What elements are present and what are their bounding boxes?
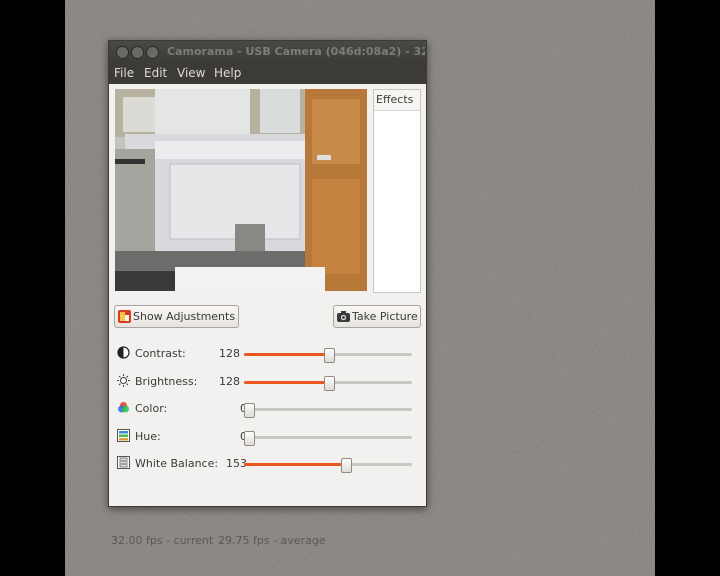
- camera-preview: [115, 89, 367, 291]
- hue-slider-handle[interactable]: [244, 431, 255, 446]
- take-picture-label: Take Picture: [352, 310, 418, 323]
- close-window-button[interactable]: [116, 46, 129, 59]
- contrast-icon: [117, 346, 130, 359]
- menu-help[interactable]: Help: [214, 66, 241, 80]
- brightness-icon: [117, 374, 130, 387]
- status-bar: 32.00 fps - current 29.75 fps - average: [109, 531, 426, 549]
- brightness-label: Brightness:: [135, 375, 198, 388]
- adjustment-row-hue: Hue: 0: [115, 427, 421, 447]
- effects-header[interactable]: Effects: [374, 90, 420, 111]
- contrast-slider-fill: [244, 353, 328, 356]
- adjustment-row-brightness: Brightness: 128: [115, 372, 421, 392]
- white-balance-label: White Balance:: [135, 457, 219, 470]
- hue-value: 0: [217, 430, 247, 443]
- white-balance-value: 153: [226, 457, 247, 470]
- show-adjustments-label: Show Adjustments: [133, 310, 236, 323]
- contrast-value: 128: [219, 347, 240, 360]
- minimize-window-button[interactable]: [131, 46, 144, 59]
- adjustment-row-white-balance: White Balance: 153: [115, 454, 421, 474]
- color-icon: [118, 402, 129, 413]
- hue-label: Hue:: [135, 430, 161, 443]
- show-adjustments-button[interactable]: Show Adjustments: [114, 305, 239, 328]
- maximize-window-button[interactable]: [146, 46, 159, 59]
- camera-frame-image: [115, 89, 367, 291]
- fps-average: 29.75 fps - average: [218, 534, 326, 547]
- adjustment-row-contrast: Contrast: 128: [115, 344, 421, 364]
- white-balance-slider-fill: [244, 463, 345, 466]
- title-bar[interactable]: Camorama - USB Camera (046d:08a2) - 32: [109, 41, 426, 63]
- menu-bar: File Edit View Help: [109, 63, 426, 84]
- contrast-slider-handle[interactable]: [324, 348, 335, 363]
- menu-file[interactable]: File: [114, 66, 134, 80]
- brightness-slider[interactable]: [244, 376, 412, 391]
- contrast-slider[interactable]: [244, 348, 412, 363]
- camera-icon: [337, 311, 350, 322]
- window-body: Effects Show Adjustments Take Picture Co…: [109, 84, 426, 547]
- white-balance-icon: [117, 456, 130, 469]
- contrast-label: Contrast:: [135, 347, 186, 360]
- effects-panel: Effects: [373, 89, 421, 293]
- white-balance-slider[interactable]: [244, 458, 412, 473]
- color-value: 0: [217, 402, 247, 415]
- color-slider-handle[interactable]: [244, 403, 255, 418]
- brightness-value: 128: [219, 375, 240, 388]
- adjustments-icon: [118, 310, 131, 323]
- brightness-slider-fill: [244, 381, 328, 384]
- window-title: Camorama - USB Camera (046d:08a2) - 32: [167, 45, 425, 58]
- color-slider[interactable]: [244, 403, 412, 418]
- adjustment-row-color: Color: 0: [115, 399, 421, 419]
- hue-icon: [117, 429, 130, 442]
- menu-edit[interactable]: Edit: [144, 66, 167, 80]
- hue-slider[interactable]: [244, 431, 412, 446]
- white-balance-slider-handle[interactable]: [341, 458, 352, 473]
- color-label: Color:: [135, 402, 168, 415]
- fps-current: 32.00 fps - current: [111, 534, 214, 547]
- take-picture-button[interactable]: Take Picture: [333, 305, 421, 328]
- brightness-slider-handle[interactable]: [324, 376, 335, 391]
- menu-view[interactable]: View: [177, 66, 205, 80]
- camorama-window: Camorama - USB Camera (046d:08a2) - 32 F…: [108, 40, 427, 547]
